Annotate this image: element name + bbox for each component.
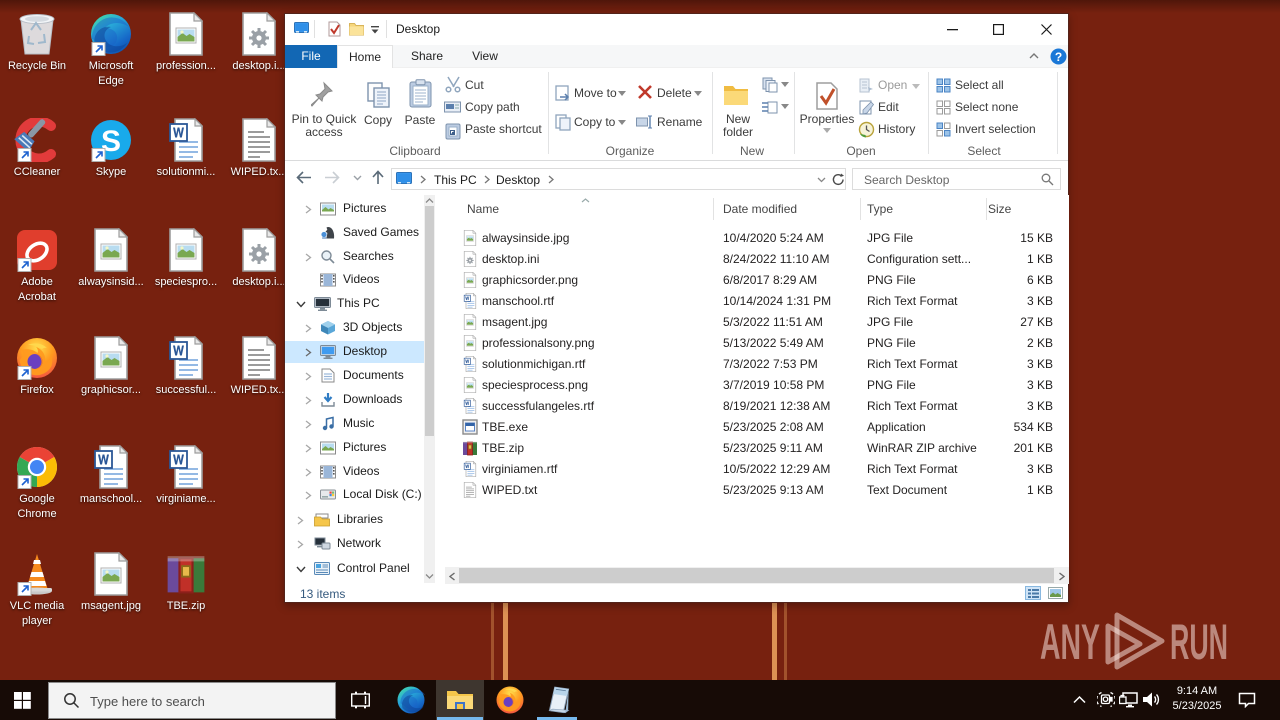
svg-text:?: ? — [1055, 50, 1062, 64]
svg-text:RUN: RUN — [1170, 614, 1228, 670]
svg-text:ANY: ANY — [1040, 614, 1100, 670]
